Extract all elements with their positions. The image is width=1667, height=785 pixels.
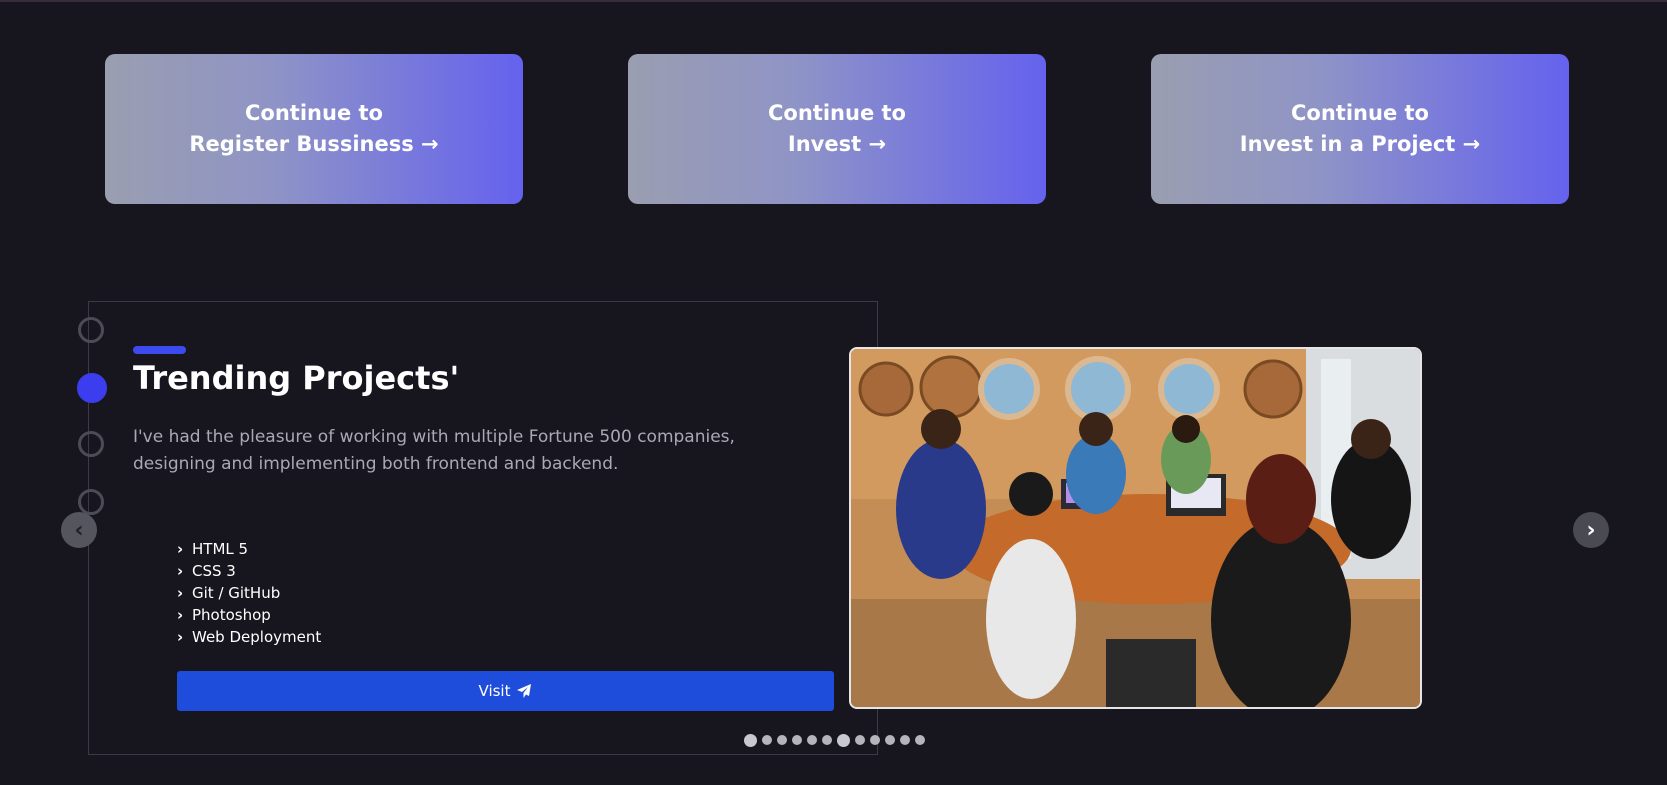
step-indicator-3[interactable] — [78, 431, 104, 457]
cta-line-2: Invest → — [787, 132, 887, 156]
carousel-dot[interactable] — [822, 735, 832, 745]
skill-label: Git / GitHub — [192, 584, 281, 602]
carousel-dot[interactable] — [900, 735, 910, 745]
carousel-dot[interactable] — [777, 735, 787, 745]
register-business-button[interactable]: Continue to Register Bussiness → — [105, 54, 523, 204]
cta-line-1: Continue to — [245, 101, 383, 125]
skill-item: › Web Deployment — [177, 626, 321, 648]
carousel-dot[interactable] — [885, 735, 895, 745]
paper-plane-icon — [517, 684, 532, 698]
cta-label: Continue to Register Bussiness → — [189, 98, 438, 160]
carousel-dot[interactable] — [915, 735, 925, 745]
chevron-left-icon: ‹ — [74, 517, 84, 543]
carousel-dots — [744, 732, 925, 748]
invest-button[interactable]: Continue to Invest → — [628, 54, 1046, 204]
section-title: Trending Projects' — [133, 359, 460, 397]
step-indicator-1[interactable] — [78, 317, 104, 343]
heading-accent-bar — [133, 346, 186, 354]
carousel-prev-button[interactable]: ‹ — [61, 512, 97, 548]
carousel-dot[interactable] — [855, 735, 865, 745]
invest-in-project-button[interactable]: Continue to Invest in a Project → — [1151, 54, 1569, 204]
chevron-right-icon: › — [177, 584, 184, 602]
chevron-right-icon: › — [177, 628, 184, 646]
skill-label: Photoshop — [192, 606, 271, 624]
chevron-right-icon: › — [177, 562, 184, 580]
skill-label: HTML 5 — [192, 540, 249, 558]
cta-line-1: Continue to — [1291, 101, 1429, 125]
top-border — [0, 0, 1667, 2]
cta-line-2: Register Bussiness → — [189, 132, 439, 156]
carousel-next-button[interactable]: › — [1573, 512, 1609, 548]
skill-label: CSS 3 — [192, 562, 236, 580]
cta-row: Continue to Register Bussiness → Continu… — [105, 54, 1569, 204]
skill-label: Web Deployment — [192, 628, 322, 646]
carousel-dot[interactable] — [762, 735, 772, 745]
cta-label: Continue to Invest in a Project → — [1240, 98, 1481, 160]
skill-item: › CSS 3 — [177, 560, 321, 582]
team-meeting-image — [851, 349, 1420, 707]
skill-item: › Photoshop — [177, 604, 321, 626]
carousel-dot[interactable] — [870, 735, 880, 745]
carousel-dot[interactable] — [744, 733, 757, 747]
project-photo — [849, 347, 1422, 709]
chevron-right-icon: › — [177, 606, 184, 624]
project-description: I've had the pleasure of working with mu… — [133, 427, 735, 474]
cta-label: Continue to Invest → — [768, 98, 906, 160]
step-indicator-4[interactable] — [78, 489, 104, 515]
cta-line-2: Invest in a Project → — [1239, 132, 1481, 156]
skill-item: › Git / GitHub — [177, 582, 321, 604]
chevron-right-icon: › — [177, 540, 184, 558]
step-indicator-2-active[interactable] — [77, 373, 107, 403]
carousel-dot[interactable] — [792, 735, 802, 745]
skill-item: › HTML 5 — [177, 538, 321, 560]
skills-list: › HTML 5 › CSS 3 › Git / GitHub › Photoshop … — [177, 538, 321, 648]
visit-label: Visit — [478, 682, 511, 700]
cta-line-1: Continue to — [768, 101, 906, 125]
visit-button[interactable]: Visit — [177, 671, 834, 711]
carousel-dot[interactable] — [807, 735, 817, 745]
carousel-dot-active[interactable] — [837, 733, 850, 747]
chevron-right-icon: › — [1586, 517, 1596, 543]
